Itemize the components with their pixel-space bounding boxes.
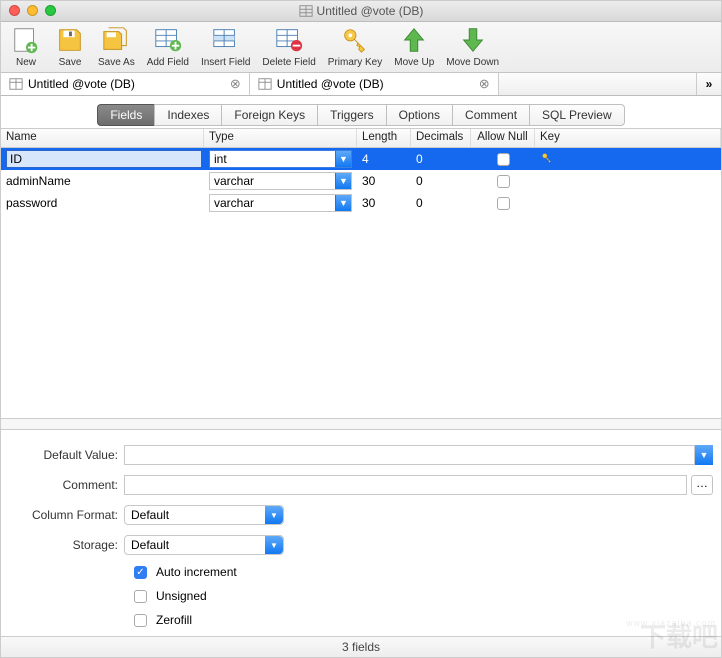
allow-null-checkbox[interactable] (497, 197, 510, 210)
tabs-overflow-button[interactable]: » (697, 73, 721, 95)
zerofill-label: Zerofill (156, 613, 192, 627)
insert-field-button[interactable]: Insert Field (196, 24, 255, 68)
tab-options[interactable]: Options (386, 104, 452, 126)
table-row[interactable]: int▼ 40 (1, 148, 721, 170)
save-button[interactable]: Save (49, 24, 91, 68)
primary-key-button[interactable]: Primary Key (323, 24, 387, 68)
chevron-down-icon: ▼ (335, 173, 351, 189)
save-icon (54, 24, 86, 56)
toolbar: New Save Save As Add Field Insert Field … (1, 22, 721, 74)
field-type-select[interactable]: varchar▼ (209, 194, 352, 212)
field-type-select[interactable]: varchar▼ (209, 172, 352, 190)
titlebar: Untitled @vote (DB) (1, 1, 721, 22)
tab-sql-preview[interactable]: SQL Preview (529, 104, 625, 126)
tab-fields[interactable]: Fields (97, 104, 154, 126)
auto-increment-checkbox[interactable] (134, 566, 147, 579)
storage-select[interactable]: Default▼ (124, 535, 284, 555)
new-button[interactable]: New (5, 24, 47, 68)
delete-field-button[interactable]: Delete Field (257, 24, 320, 68)
col-header-length[interactable]: Length (357, 129, 411, 147)
chevron-down-icon: ▼ (265, 506, 283, 524)
primary-key-icon (540, 151, 554, 165)
field-decimals-cell[interactable]: 0 (411, 196, 471, 210)
doc-tab-0[interactable]: Untitled @vote (DB) ⊗ (1, 73, 250, 95)
insert-field-icon (210, 24, 242, 56)
tab-label: Untitled @vote (DB) (28, 77, 135, 91)
default-value-label: Default Value: (9, 448, 124, 462)
chevron-down-icon: ▼ (265, 536, 283, 554)
comment-label: Comment: (9, 478, 124, 492)
chevron-down-icon: ▼ (335, 195, 351, 211)
table-icon (9, 77, 23, 91)
allow-null-checkbox[interactable] (497, 153, 510, 166)
key-icon (339, 24, 371, 56)
add-field-button[interactable]: Add Field (142, 24, 194, 68)
new-icon (10, 24, 42, 56)
move-down-button[interactable]: Move Down (441, 24, 504, 68)
field-decimals-cell[interactable]: 0 (411, 152, 471, 166)
mode-tabs: Fields Indexes Foreign Keys Triggers Opt… (1, 102, 721, 128)
close-tab-icon[interactable]: ⊗ (479, 76, 490, 92)
arrow-down-icon (457, 24, 489, 56)
table-icon (258, 77, 272, 91)
comment-input[interactable] (124, 475, 687, 495)
field-name-cell[interactable]: password (1, 196, 204, 210)
unsigned-label: Unsigned (156, 589, 207, 603)
default-value-input[interactable] (124, 445, 695, 465)
window-title: Untitled @vote (DB) (1, 4, 721, 18)
doc-tab-1[interactable]: Untitled @vote (DB) ⊗ (250, 73, 499, 95)
move-up-button[interactable]: Move Up (389, 24, 439, 68)
field-decimals-cell[interactable]: 0 (411, 174, 471, 188)
tab-label: Untitled @vote (DB) (277, 77, 384, 91)
col-header-decimals[interactable]: Decimals (411, 129, 471, 147)
save-as-button[interactable]: Save As (93, 24, 140, 68)
status-bar: 3 fields (1, 636, 721, 657)
col-header-allow-null[interactable]: Allow Null (471, 129, 535, 147)
storage-label: Storage: (9, 538, 124, 552)
column-format-select[interactable]: Default▼ (124, 505, 284, 525)
tab-triggers[interactable]: Triggers (317, 104, 386, 126)
comment-more-button[interactable]: … (691, 475, 713, 495)
col-header-name[interactable]: Name (1, 129, 204, 147)
document-tabs: Untitled @vote (DB) ⊗ Untitled @vote (DB… (1, 73, 721, 96)
tab-indexes[interactable]: Indexes (154, 104, 221, 126)
field-name-input[interactable] (6, 150, 202, 168)
watermark-url: www.xiazaiba.com (626, 618, 716, 628)
splitter-handle[interactable] (1, 418, 721, 430)
column-format-label: Column Format: (9, 508, 124, 522)
delete-field-icon (273, 24, 305, 56)
field-length-cell[interactable]: 4 (357, 152, 411, 166)
chevron-down-icon: ▼ (335, 151, 351, 167)
table-row[interactable]: adminName varchar▼ 300 (1, 170, 721, 192)
add-field-icon (152, 24, 184, 56)
unsigned-checkbox[interactable] (134, 590, 147, 603)
save-as-icon (100, 24, 132, 56)
field-length-cell[interactable]: 30 (357, 196, 411, 210)
grid-body[interactable]: int▼40adminNamevarchar▼300passwordvarcha… (1, 148, 721, 418)
table-icon (299, 4, 313, 18)
arrow-up-icon (398, 24, 430, 56)
field-type-select[interactable]: int▼ (209, 150, 352, 168)
close-tab-icon[interactable]: ⊗ (230, 76, 241, 92)
col-header-type[interactable]: Type (204, 129, 357, 147)
fields-grid: Name Type Length Decimals Allow Null Key… (1, 128, 721, 418)
table-row[interactable]: password varchar▼ 300 (1, 192, 721, 214)
default-value-dropdown[interactable]: ▼ (695, 445, 713, 465)
tab-foreign-keys[interactable]: Foreign Keys (221, 104, 317, 126)
auto-increment-label: Auto increment (156, 565, 237, 579)
field-name-cell[interactable]: adminName (1, 174, 204, 188)
field-length-cell[interactable]: 30 (357, 174, 411, 188)
field-key-cell[interactable] (535, 151, 721, 168)
allow-null-checkbox[interactable] (497, 175, 510, 188)
col-header-key[interactable]: Key (535, 129, 721, 147)
tab-comment[interactable]: Comment (452, 104, 529, 126)
field-properties-form: Default Value: ▼ Comment: … Column Forma… (1, 430, 721, 636)
zerofill-checkbox[interactable] (134, 614, 147, 627)
